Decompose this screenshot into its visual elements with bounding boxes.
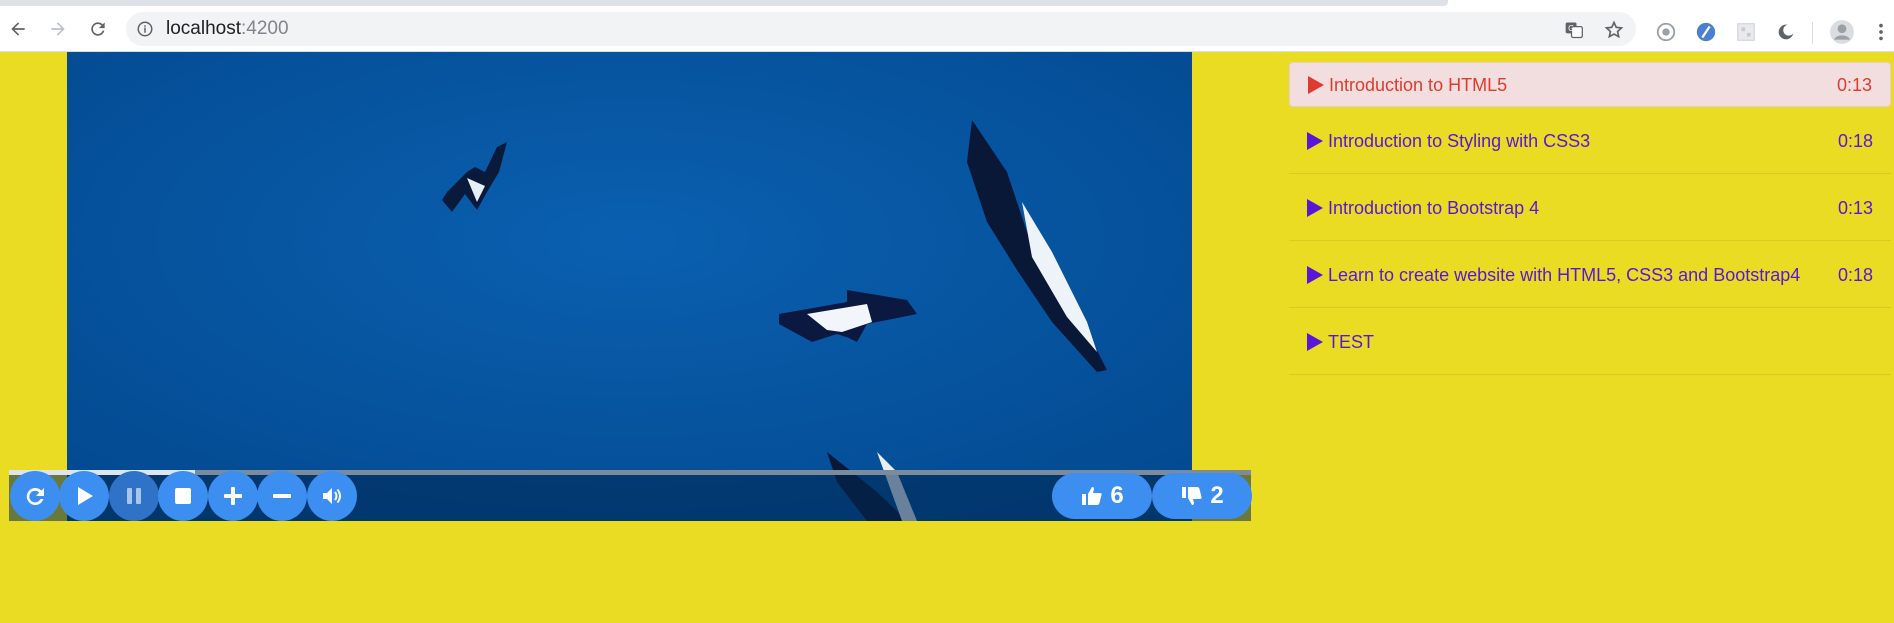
pause-button[interactable] bbox=[109, 471, 159, 521]
playlist-item-title: TEST bbox=[1328, 332, 1375, 352]
address-bar[interactable]: localhost:4200 G bbox=[126, 12, 1636, 46]
play-button[interactable] bbox=[59, 471, 109, 521]
play-triangle-icon bbox=[1307, 266, 1323, 284]
like-button[interactable]: 6 bbox=[1052, 473, 1152, 519]
dislike-count: 2 bbox=[1210, 482, 1224, 509]
volume-down-button[interactable] bbox=[257, 471, 307, 521]
playlist-item-duration: 0:13 bbox=[1836, 75, 1872, 95]
svg-text:G: G bbox=[1568, 24, 1574, 33]
translate-icon[interactable]: G bbox=[1564, 20, 1584, 40]
playlist-item-title: Introduction to Bootstrap 4 bbox=[1328, 198, 1540, 218]
minus-icon bbox=[273, 494, 291, 498]
forward-button[interactable] bbox=[46, 17, 70, 41]
url-text: localhost:4200 bbox=[166, 18, 289, 39]
video-player[interactable] bbox=[67, 52, 1192, 521]
browser-toolbar: localhost:4200 G bbox=[0, 6, 1894, 52]
playlist-item-title: Learn to create website with HTML5, CSS3… bbox=[1328, 265, 1801, 285]
menu-kebab-icon[interactable] bbox=[1874, 21, 1888, 43]
forward-arrow-icon bbox=[51, 22, 65, 36]
volume-icon bbox=[323, 488, 341, 504]
replay-icon bbox=[26, 487, 44, 505]
reload-icon bbox=[91, 22, 105, 36]
mute-button[interactable] bbox=[307, 471, 357, 521]
play-triangle-icon bbox=[1308, 76, 1324, 94]
extension-dark-mode-icon[interactable] bbox=[1775, 21, 1797, 43]
extension-grid-icon[interactable] bbox=[1735, 21, 1757, 43]
reload-button[interactable] bbox=[86, 17, 110, 41]
playlist-item[interactable]: Learn to create website with HTML5, CSS3… bbox=[1289, 241, 1891, 308]
replay-button[interactable] bbox=[10, 471, 60, 521]
playlist-item-duration: 0:18 bbox=[1837, 131, 1873, 151]
playlist-item[interactable]: Introduction to Styling with CSS3 0:18 bbox=[1289, 107, 1891, 174]
thumbs-up-icon bbox=[1082, 487, 1102, 505]
playlist-item-title: Introduction to HTML5 bbox=[1329, 75, 1508, 95]
stop-icon bbox=[175, 488, 191, 504]
like-count: 6 bbox=[1110, 482, 1124, 509]
stop-button[interactable] bbox=[158, 471, 208, 521]
toolbar-separator bbox=[1812, 22, 1813, 44]
playlist-item-duration: 0:18 bbox=[1837, 265, 1873, 285]
thumbs-down-icon bbox=[1182, 487, 1202, 505]
video-frame-birds bbox=[67, 52, 1192, 521]
plus-icon bbox=[224, 487, 242, 505]
dislike-button[interactable]: 2 bbox=[1152, 473, 1252, 519]
play-icon bbox=[78, 487, 93, 505]
volume-up-button[interactable] bbox=[208, 471, 258, 521]
url-host: localhost bbox=[166, 18, 241, 39]
extension-feather-icon[interactable] bbox=[1695, 21, 1717, 43]
play-triangle-icon bbox=[1307, 132, 1323, 150]
url-port: :4200 bbox=[241, 18, 289, 39]
pause-icon bbox=[127, 488, 141, 504]
bookmark-star-icon[interactable] bbox=[1604, 20, 1624, 40]
info-icon[interactable] bbox=[136, 20, 154, 38]
back-button[interactable] bbox=[6, 17, 30, 41]
play-triangle-icon bbox=[1307, 199, 1323, 217]
play-triangle-icon bbox=[1307, 333, 1323, 351]
playlist-item[interactable]: Introduction to Bootstrap 4 0:13 bbox=[1289, 174, 1891, 241]
playlist-item-title: Introduction to Styling with CSS3 bbox=[1328, 131, 1591, 151]
playlist-item[interactable]: TEST bbox=[1289, 308, 1891, 375]
back-arrow-icon bbox=[11, 22, 25, 36]
extension-camera-icon[interactable] bbox=[1655, 21, 1677, 43]
playlist-item-duration: 0:13 bbox=[1837, 198, 1873, 218]
playlist-item[interactable]: Introduction to HTML5 0:13 bbox=[1289, 62, 1891, 107]
playlist: Introduction to HTML5 0:13 Introduction … bbox=[1289, 62, 1891, 375]
profile-avatar-icon[interactable] bbox=[1829, 19, 1855, 45]
